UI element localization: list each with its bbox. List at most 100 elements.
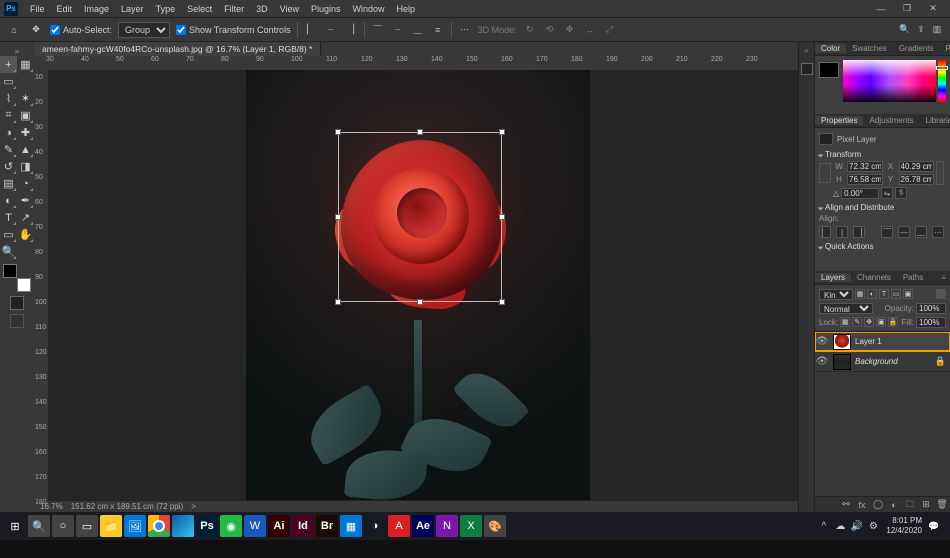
- volume-icon[interactable]: 🔊: [850, 519, 864, 533]
- tab-libraries[interactable]: Libraries: [920, 116, 950, 125]
- rotation-input[interactable]: [841, 188, 879, 199]
- menu-view[interactable]: View: [274, 4, 305, 14]
- history-tool[interactable]: ↺: [0, 158, 17, 175]
- align-right-icon[interactable]: ▕: [344, 23, 358, 37]
- taskbar-search[interactable]: 🔍: [28, 515, 50, 537]
- notifications-icon[interactable]: 💬: [928, 521, 946, 532]
- align-right-icon[interactable]: ▕: [853, 226, 865, 238]
- taskbar-edge[interactable]: [172, 515, 194, 537]
- layer-filter-kind[interactable]: Kind: [819, 289, 853, 300]
- taskbar-taskview[interactable]: ▭: [76, 515, 98, 537]
- move-tool[interactable]: +: [0, 56, 17, 73]
- auto-select-mode-dropdown[interactable]: Group: [118, 22, 170, 38]
- taskbar-indesign[interactable]: Id: [292, 515, 314, 537]
- marquee-tool[interactable]: ▭: [0, 73, 17, 90]
- tab-paths[interactable]: Paths: [897, 273, 929, 282]
- layer-row[interactable]: 👁 Layer 1: [815, 332, 950, 352]
- frame-tool[interactable]: ▣: [17, 107, 34, 124]
- flip-vertical-icon[interactable]: ⥮: [895, 187, 907, 199]
- taskbar-steam[interactable]: ◑: [364, 515, 386, 537]
- align-top-icon[interactable]: ⎺: [881, 226, 893, 238]
- taskbar-photoshop[interactable]: Ps: [196, 515, 218, 537]
- more-align-icon[interactable]: ⋯: [932, 226, 944, 238]
- 3d-rotate-icon[interactable]: ↻: [523, 23, 537, 37]
- reference-point-icon[interactable]: [819, 163, 831, 183]
- system-tray[interactable]: ^ ☁ 🔊 ⚙: [817, 519, 881, 533]
- align-section-header[interactable]: Align and Distribute: [819, 203, 946, 212]
- rect-tool[interactable]: ▭: [0, 226, 17, 243]
- new-layer-icon[interactable]: ⊞: [920, 499, 932, 511]
- lock-position-icon[interactable]: ✥: [864, 317, 874, 327]
- lock-artboard-icon[interactable]: ▣: [876, 317, 886, 327]
- quickselect-tool[interactable]: ✶: [17, 90, 34, 107]
- layer-name[interactable]: Layer 1: [855, 337, 882, 346]
- screen-mode-icon[interactable]: [10, 314, 24, 328]
- tab-swatches[interactable]: Swatches: [846, 44, 893, 53]
- stamp-tool[interactable]: ▲: [17, 141, 34, 158]
- foreground-color-swatch[interactable]: [819, 62, 839, 78]
- lasso-tool[interactable]: ⌇: [0, 90, 17, 107]
- status-arrow-icon[interactable]: >: [191, 502, 196, 511]
- menu-type[interactable]: Type: [150, 4, 182, 14]
- layer-style-icon[interactable]: fx: [856, 499, 868, 511]
- taskbar-cortana[interactable]: ○: [52, 515, 74, 537]
- dodge-tool[interactable]: ◐: [0, 192, 17, 209]
- menu-file[interactable]: File: [24, 4, 51, 14]
- color-spectrum[interactable]: [843, 60, 936, 102]
- layer-mask-icon[interactable]: ◯: [872, 499, 884, 511]
- menu-3d[interactable]: 3D: [250, 4, 274, 14]
- layer-row[interactable]: 👁Background🔒: [815, 352, 950, 372]
- tray-expand-icon[interactable]: ^: [817, 519, 831, 533]
- foreground-background-swatch[interactable]: [3, 264, 31, 292]
- artboard-tool[interactable]: ▦: [17, 56, 34, 73]
- taskbar-bridge[interactable]: Br: [316, 515, 338, 537]
- hue-slider[interactable]: [938, 60, 946, 102]
- tab-color[interactable]: Color: [815, 44, 846, 53]
- align-center-h-icon[interactable]: ⎯: [324, 23, 338, 37]
- adjustment-layer-icon[interactable]: ◐: [888, 499, 900, 511]
- share-icon[interactable]: ⇪: [914, 23, 928, 37]
- taskbar-word[interactable]: W: [244, 515, 266, 537]
- eraser-tool[interactable]: ◨: [17, 158, 34, 175]
- lock-pixels-icon[interactable]: ✎: [852, 317, 862, 327]
- auto-select-checkbox[interactable]: Auto-Select:: [50, 25, 112, 35]
- eyedropper-tool[interactable]: ◑: [0, 124, 17, 141]
- panel-menu-icon[interactable]: ≡: [937, 273, 950, 282]
- blur-tool[interactable]: ◔: [17, 175, 34, 192]
- document-canvas[interactable]: [246, 70, 590, 500]
- tab-gradients[interactable]: Gradients: [893, 44, 940, 53]
- taskbar-appblue[interactable]: ▦: [340, 515, 362, 537]
- heal-tool[interactable]: ✚: [17, 124, 34, 141]
- dock-expand-icon[interactable]: «: [804, 46, 808, 55]
- clock[interactable]: 8:01 PM12/4/2020: [882, 516, 926, 536]
- menu-select[interactable]: Select: [181, 4, 218, 14]
- visibility-icon[interactable]: 👁: [815, 336, 829, 347]
- flip-horizontal-icon[interactable]: ⇋: [881, 187, 893, 199]
- tab-properties[interactable]: Properties: [815, 116, 863, 125]
- delete-layer-icon[interactable]: 🗑: [936, 499, 948, 511]
- gradient-tool[interactable]: ▤: [0, 175, 17, 192]
- search-icon[interactable]: 🔍: [898, 23, 912, 37]
- menu-plugins[interactable]: Plugins: [305, 4, 347, 14]
- opacity-input[interactable]: [916, 303, 946, 314]
- link-wh-icon[interactable]: [936, 161, 944, 185]
- taskbar-excel[interactable]: X: [460, 515, 482, 537]
- menu-filter[interactable]: Filter: [218, 4, 250, 14]
- restore-button[interactable]: ❐: [894, 0, 920, 18]
- link-layers-icon[interactable]: ⚯: [840, 499, 852, 511]
- network-icon[interactable]: ⚙: [866, 519, 880, 533]
- lock-all-icon[interactable]: 🔒: [888, 317, 898, 327]
- tab-channels[interactable]: Channels: [851, 273, 897, 282]
- width-input[interactable]: [847, 161, 883, 172]
- color-panel[interactable]: [815, 56, 950, 114]
- close-button[interactable]: ✕: [920, 0, 946, 18]
- taskbar-aftereffects[interactable]: Ae: [412, 515, 434, 537]
- taskbar-start[interactable]: ⊞: [4, 515, 26, 537]
- show-transform-controls-checkbox[interactable]: Show Transform Controls: [176, 25, 291, 35]
- align-left-icon[interactable]: ▏: [819, 226, 831, 238]
- blend-mode-dropdown[interactable]: Normal: [819, 303, 873, 314]
- crop-tool[interactable]: ⌗: [0, 107, 17, 124]
- 3d-pan-icon[interactable]: ✥: [563, 23, 577, 37]
- menu-edit[interactable]: Edit: [51, 4, 79, 14]
- align-v-center-icon[interactable]: ―: [898, 226, 910, 238]
